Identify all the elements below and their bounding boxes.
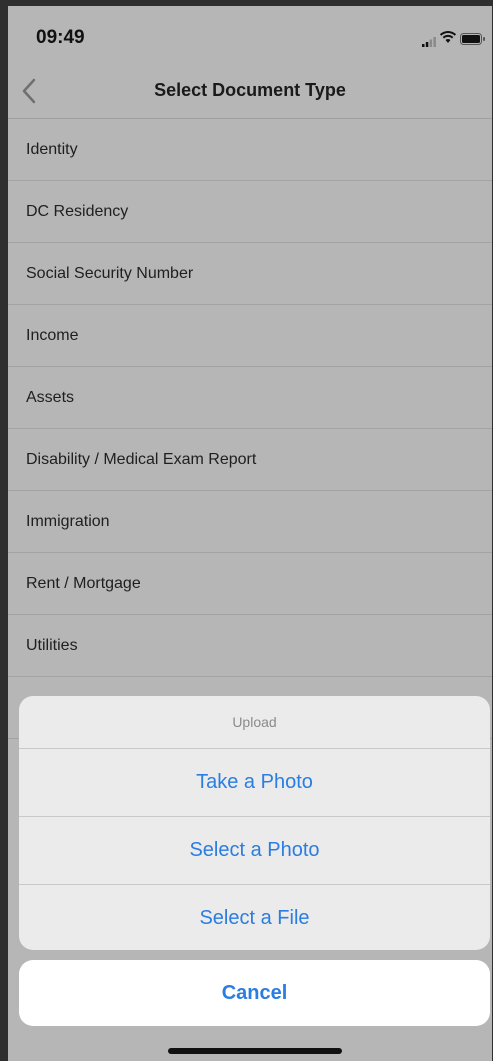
action-sheet-title: Upload: [19, 696, 490, 749]
list-item[interactable]: Rent / Mortgage: [8, 553, 492, 615]
list-item[interactable]: Immigration: [8, 491, 492, 553]
list-item[interactable]: Income: [8, 305, 492, 367]
list-item[interactable]: DC Residency: [8, 181, 492, 243]
upload-action-sheet: Upload Take a Photo Select a Photo Selec…: [19, 696, 490, 950]
home-indicator[interactable]: [168, 1048, 342, 1054]
list-item[interactable]: Utilities: [8, 615, 492, 677]
take-photo-button[interactable]: Take a Photo: [19, 749, 490, 817]
cancel-button[interactable]: Cancel: [19, 960, 490, 1026]
list-item[interactable]: Social Security Number: [8, 243, 492, 305]
battery-icon: [460, 32, 486, 50]
select-file-button[interactable]: Select a File: [19, 885, 490, 950]
wifi-icon: [439, 30, 457, 49]
status-bar: 09:49: [8, 6, 492, 64]
status-time: 09:49: [36, 27, 85, 48]
document-type-list: Identity DC Residency Social Security Nu…: [8, 119, 492, 739]
list-item[interactable]: Disability / Medical Exam Report: [8, 429, 492, 491]
navigation-bar: Select Document Type: [8, 64, 492, 119]
page-title: Select Document Type: [154, 80, 346, 100]
list-item[interactable]: Identity: [8, 119, 492, 181]
select-photo-button[interactable]: Select a Photo: [19, 817, 490, 885]
cellular-signal-icon: [422, 34, 436, 52]
list-item[interactable]: Assets: [8, 367, 492, 429]
phone-screen: 09:49 Select Document Type Identity DC R…: [8, 6, 492, 1061]
